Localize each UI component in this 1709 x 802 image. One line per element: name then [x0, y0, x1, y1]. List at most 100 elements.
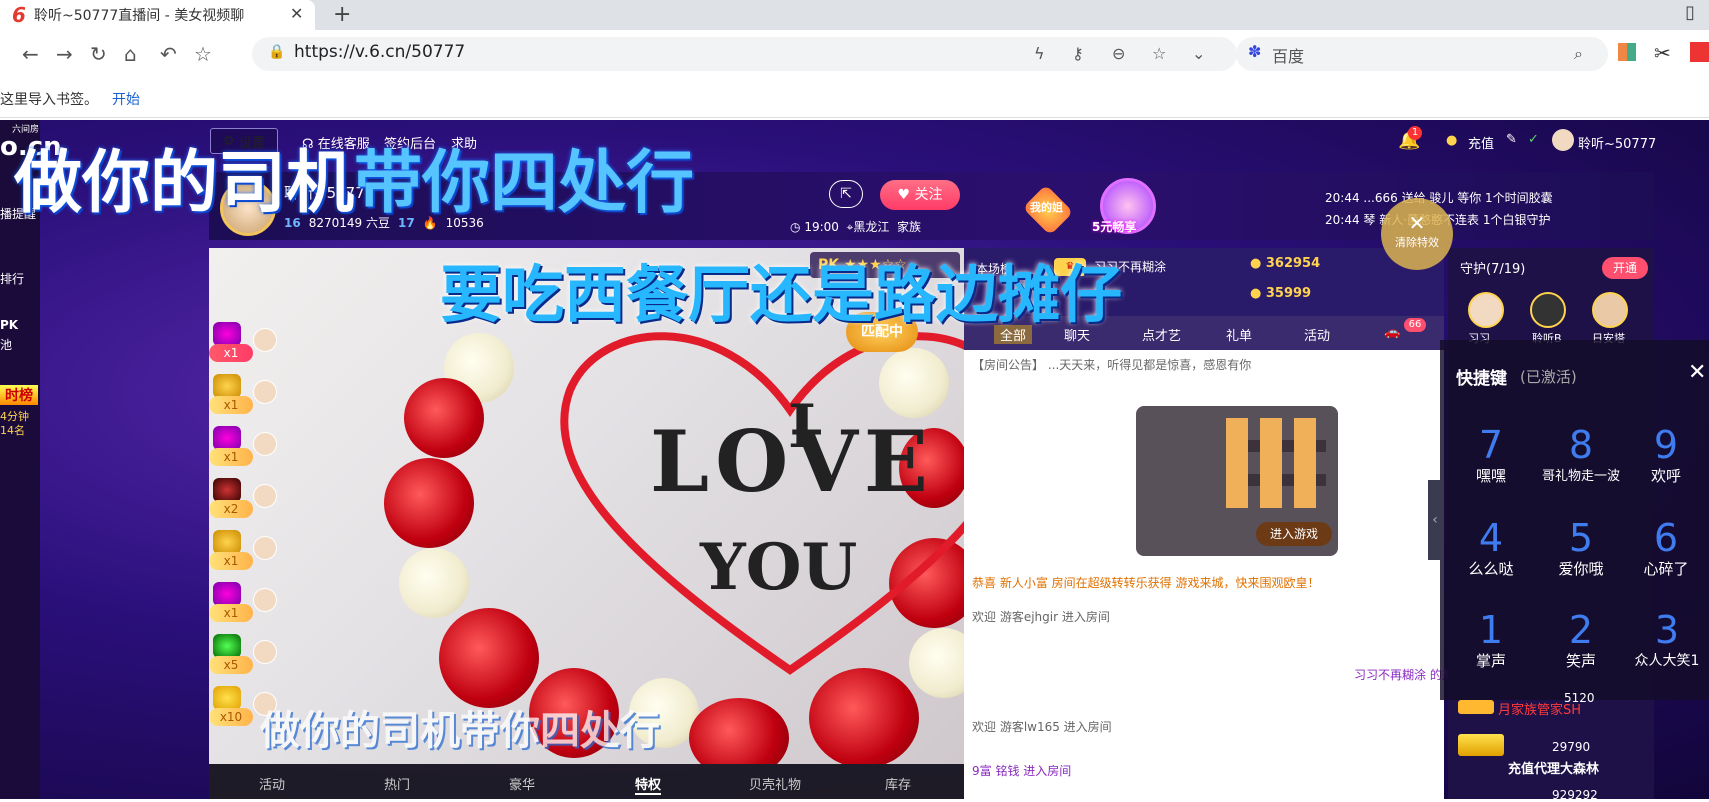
url-text[interactable]: https://v.6.cn/50777 [294, 42, 465, 62]
chat-tab-talent[interactable]: 点才艺 [1142, 325, 1181, 344]
lightning-icon[interactable]: ϟ [1034, 44, 1045, 63]
shortcut-status: (已激活) [1520, 368, 1577, 386]
clear-effects-button[interactable]: ✕ 清除特效 [1381, 198, 1453, 270]
shortcut-key-8[interactable]: 8 哥礼物走一波 [1536, 425, 1626, 484]
shortcut-key-7[interactable]: 7 嘿嘿 [1446, 425, 1536, 486]
shortcut-key-9[interactable]: 9 欢呼 [1626, 425, 1706, 486]
guard-row-name[interactable]: 月家族管家SH [1498, 699, 1581, 718]
user-name[interactable]: 聆听~50777 [1578, 133, 1656, 152]
user-avatar[interactable] [1552, 129, 1574, 151]
fan-group-label[interactable]: 我的姐 [1030, 199, 1063, 215]
search-input[interactable]: 百度 [1272, 43, 1304, 67]
gift-icon [213, 686, 241, 710]
you-text: YOU [700, 530, 858, 605]
shortcut-key-4[interactable]: 4 么么哒 [1446, 518, 1536, 579]
sidebar-item-pk[interactable]: PK [0, 318, 40, 332]
bookmark-star-icon[interactable]: ☆ [1152, 44, 1166, 63]
shortcut-key-3[interactable]: 3 众人大笑1 [1626, 610, 1708, 670]
follow-button[interactable]: ♥ 关注 [880, 180, 960, 210]
shortcut-key-6[interactable]: 6 心碎了 [1626, 518, 1706, 579]
recharge-link[interactable]: 充值 [1468, 133, 1494, 152]
undo-icon[interactable]: ↶ [160, 42, 177, 66]
gift-row[interactable]: x1 [209, 374, 285, 414]
site-favicon-icon: 6 [12, 3, 26, 27]
car-icon[interactable]: 🚗 [1384, 325, 1400, 340]
shortcut-label: 掌声 [1475, 652, 1506, 670]
guard-avatar[interactable] [1530, 292, 1566, 328]
gift-row[interactable]: x1 [209, 426, 285, 466]
gift-row[interactable]: x1 [209, 530, 285, 570]
promo-label[interactable]: 5元畅享 [1092, 218, 1136, 235]
guard-avatar[interactable] [1468, 292, 1504, 328]
new-tab-icon[interactable]: + [333, 2, 351, 27]
gift-icon [213, 530, 241, 554]
forward-icon[interactable]: → [56, 42, 73, 66]
browser-tab[interactable]: 聆听~50777直播间 - 美女视频聊 [0, 0, 315, 30]
shortcut-key-2[interactable]: 2 笑声 [1536, 610, 1626, 671]
gift-row[interactable]: x2 [209, 478, 285, 518]
share-button[interactable]: ⇱ [829, 180, 863, 208]
window-split-icon[interactable]: ▯ [1685, 2, 1695, 23]
shortcut-close-icon[interactable]: ✕ [1688, 360, 1706, 385]
clear-effects-label: 清除特效 [1395, 236, 1439, 249]
shortcut-label: 心碎了 [1643, 560, 1689, 578]
shortcut-key-5[interactable]: 5 爱你哦 [1536, 518, 1626, 579]
gift-sender-avatar [253, 588, 277, 612]
enter-game-button[interactable]: 进入游戏 [1256, 522, 1332, 546]
reload-icon[interactable]: ↻ [90, 42, 107, 66]
rank-top1-value: 362954 [1265, 256, 1321, 271]
chevron-down-icon[interactable]: ⌄ [1192, 44, 1205, 63]
pdf-icon[interactable] [1690, 42, 1709, 62]
tab-luxury[interactable]: 豪华 [509, 774, 535, 793]
bookmarks-start-link[interactable]: 开始 [112, 89, 140, 109]
rose-decoration [404, 378, 484, 458]
gift-row[interactable]: x5 [209, 634, 285, 674]
home-icon[interactable]: ⌂ [124, 42, 137, 66]
search-icon[interactable]: ⌕ [1574, 44, 1583, 64]
rose-decoration [809, 668, 919, 764]
gift-sender-avatar [253, 432, 277, 456]
tab-hot[interactable]: 热门 [384, 774, 410, 793]
back-icon[interactable]: ← [22, 42, 39, 66]
rank-top2-score: ● 35999 [1250, 286, 1312, 301]
shortcut-number: 4 [1478, 516, 1504, 560]
shortcut-label: 笑声 [1565, 652, 1596, 670]
tab-activity[interactable]: 活动 [259, 774, 285, 793]
guard-open-button[interactable]: 开通 [1602, 257, 1648, 279]
guard-avatar[interactable] [1592, 292, 1628, 328]
apps-icon[interactable] [1618, 43, 1636, 61]
key-icon[interactable]: ⚷ [1072, 44, 1084, 63]
chat-tab-activity[interactable]: 活动 [1304, 325, 1330, 344]
hot-rank-badge[interactable]: 时榜 [0, 385, 38, 405]
shortcut-collapse-icon[interactable]: ‹ [1428, 480, 1442, 560]
gift-row[interactable]: x1 [209, 322, 285, 362]
shortcut-key-1[interactable]: 1 掌声 [1446, 610, 1536, 671]
gift-count: x1 [209, 552, 253, 570]
sidebar-item-pool[interactable]: 池 [0, 336, 40, 353]
bookmarks-hint: 这里导入书签。 [0, 92, 98, 108]
chat-notice: 【房间公告】 ...天天来，听得见都是惊喜，感恩有你 [972, 358, 1252, 372]
lock-icon[interactable]: 🔒 [268, 44, 285, 60]
chat-system-line: 恭喜 新人小富 房间在超级转转乐获得 游戏来城，快来围观欧皇！ [972, 576, 1320, 590]
caption-main: 做你的司机带你四处行 [14, 146, 694, 222]
coin-icon: ● [1446, 133, 1458, 148]
favorite-star-icon[interactable]: ☆ [194, 42, 212, 66]
tab-close-icon[interactable]: ✕ [290, 4, 303, 23]
broadcast-text: ...666 送给 骏儿 等你 1个时间胶囊 [1363, 191, 1553, 205]
zoom-out-icon[interactable]: ⊖ [1112, 44, 1125, 63]
guard-row-score: 929292 [1552, 788, 1598, 802]
shortcut-label: 爱你哦 [1558, 560, 1604, 578]
tab-inventory[interactable]: 库存 [885, 774, 911, 793]
tab-privilege[interactable]: 特权 [635, 774, 662, 795]
chat-tab-gift-list[interactable]: 礼单 [1226, 325, 1252, 344]
guard-row-name[interactable]: 充值代理大森林 [1508, 758, 1599, 777]
tab-shell-gifts[interactable]: 贝壳礼物 [749, 774, 801, 793]
gift-icon [213, 582, 241, 606]
shortcut-label: 众人大笑1 [1634, 653, 1700, 669]
gift-row[interactable]: x1 [209, 582, 285, 622]
scissors-icon[interactable]: ✂ [1654, 41, 1671, 65]
edit-icon[interactable]: ✎ [1506, 132, 1517, 147]
heart-icon: ♥ [897, 187, 911, 203]
sidebar-item-rank[interactable]: 排行 [0, 270, 40, 287]
broadcast-time: 20:44 [1325, 213, 1360, 227]
